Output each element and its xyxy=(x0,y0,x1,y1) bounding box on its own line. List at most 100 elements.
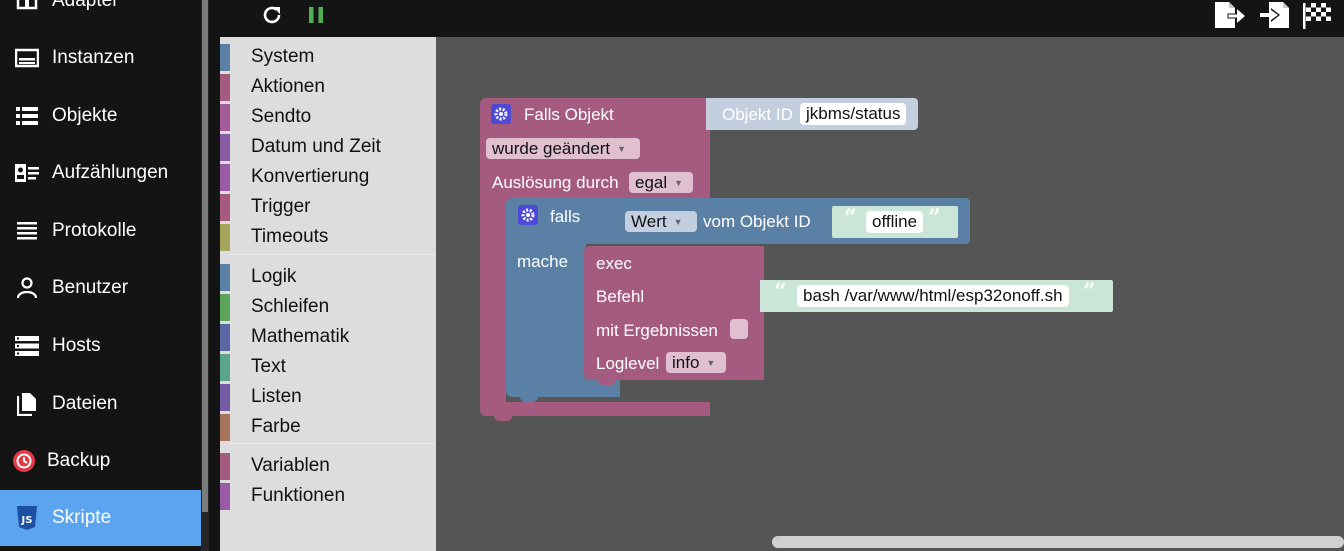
object-id-value: jkbms/status xyxy=(806,104,901,123)
condition-dropdown[interactable]: wurde geändert ▼ xyxy=(486,138,640,159)
nav-label: Dateien xyxy=(52,393,118,414)
nav-item-skripte[interactable]: JS Skripte xyxy=(0,490,201,546)
chevron-down-icon: ▼ xyxy=(617,143,627,154)
command-field[interactable]: bash /var/www/html/esp32onoff.sh xyxy=(797,285,1069,307)
category-swatch xyxy=(220,193,230,221)
nav-item-hosts[interactable]: Hosts xyxy=(0,318,201,374)
category-timeouts[interactable]: Timeouts xyxy=(220,223,436,251)
nav-label: Adapter xyxy=(52,0,119,11)
loglevel-value: info xyxy=(672,352,700,372)
nav-label: Backup xyxy=(47,450,111,471)
category-variablen[interactable]: Variablen xyxy=(220,452,436,480)
gear-icon[interactable] xyxy=(491,104,511,124)
chevron-down-icon: ▼ xyxy=(673,216,683,227)
category-farbe[interactable]: Farbe xyxy=(220,413,436,441)
nav-item-aufzaehlungen[interactable]: Aufzählungen xyxy=(0,145,201,201)
editor-toolbar xyxy=(220,0,1344,37)
command-value: bash /var/www/html/esp32onoff.sh xyxy=(803,286,1063,305)
nav-label: Protokolle xyxy=(52,220,137,241)
category-swatch xyxy=(220,293,230,321)
category-system[interactable]: System xyxy=(220,43,436,71)
nav-item-dateien[interactable]: Dateien xyxy=(0,376,201,432)
category-datum-und-zeit[interactable]: Datum und Zeit xyxy=(220,133,436,161)
category-swatch xyxy=(220,223,230,251)
value-type-value: Wert xyxy=(631,211,667,231)
compare-value: offline xyxy=(872,212,918,231)
category-separator xyxy=(230,443,436,444)
nav-item-instanzen[interactable]: Instanzen xyxy=(0,30,201,86)
category-swatch xyxy=(220,452,230,480)
command-label: Befehl xyxy=(596,287,645,306)
category-swatch xyxy=(220,73,230,101)
trigger-block-tab xyxy=(494,416,512,421)
objects-list-icon xyxy=(14,103,40,129)
category-label: Listen xyxy=(251,386,302,407)
category-konvertierung[interactable]: Konvertierung xyxy=(220,163,436,191)
blockly-toolbox: System Aktionen Sendto Datum und Zeit Ko… xyxy=(220,37,436,551)
workspace-horizontal-scrollbar[interactable] xyxy=(772,536,1344,548)
category-swatch xyxy=(220,383,230,411)
divider xyxy=(209,0,220,551)
category-separator xyxy=(230,254,436,255)
category-swatch xyxy=(220,323,230,351)
sidebar-scrollbar-thumb[interactable] xyxy=(202,0,208,512)
trigger-by-value: egal xyxy=(635,172,668,192)
category-listen[interactable]: Listen xyxy=(220,383,436,411)
category-label: Farbe xyxy=(251,416,301,437)
instances-icon xyxy=(14,45,40,71)
results-label: mit Ergebnissen xyxy=(596,321,718,340)
category-logik[interactable]: Logik xyxy=(220,263,436,291)
files-icon xyxy=(14,391,40,417)
js-icon: JS xyxy=(14,505,40,531)
value-type-dropdown[interactable]: Wert ▼ xyxy=(625,211,697,232)
adapter-icon xyxy=(14,0,40,14)
pause-icon[interactable] xyxy=(306,0,326,30)
category-label: Funktionen xyxy=(251,485,346,506)
nav-item-backup[interactable]: Backup xyxy=(0,433,201,489)
category-text[interactable]: Text xyxy=(220,353,436,381)
category-sendto[interactable]: Sendto xyxy=(220,103,436,131)
enums-icon xyxy=(14,160,40,186)
category-label: Timeouts xyxy=(251,226,329,247)
category-funktionen[interactable]: Funktionen xyxy=(220,482,436,510)
loglevel-dropdown[interactable]: info ▼ xyxy=(666,352,726,373)
category-trigger[interactable]: Trigger xyxy=(220,193,436,221)
category-label: Konvertierung xyxy=(251,166,370,187)
backup-icon xyxy=(11,448,37,474)
category-label: Datum und Zeit xyxy=(251,136,381,157)
if-block-tab xyxy=(520,397,538,402)
category-label: Aktionen xyxy=(251,76,325,97)
trigger-by-label: Auslösung durch xyxy=(492,173,619,192)
nav-item-adapter[interactable]: Adapter xyxy=(0,0,201,29)
category-schleifen[interactable]: Schleifen xyxy=(220,293,436,321)
results-checkbox[interactable] xyxy=(730,319,748,339)
category-swatch xyxy=(220,103,230,131)
category-label: Trigger xyxy=(251,196,311,217)
trigger-by-dropdown[interactable]: egal ▼ xyxy=(629,172,693,193)
nav-label: Aufzählungen xyxy=(52,162,169,183)
condition-value: wurde geändert xyxy=(492,138,611,158)
category-label: Mathematik xyxy=(251,326,350,347)
reload-icon[interactable] xyxy=(260,0,284,30)
gear-icon[interactable] xyxy=(518,205,538,225)
import-icon[interactable] xyxy=(1258,0,1292,30)
category-aktionen[interactable]: Aktionen xyxy=(220,73,436,101)
nav-label: Skripte xyxy=(52,507,112,528)
nav-item-benutzer[interactable]: Benutzer xyxy=(0,260,201,316)
trigger-block-arm xyxy=(480,202,506,402)
text-field[interactable]: offline xyxy=(866,211,924,233)
exec-block-tab xyxy=(598,380,616,385)
nav-label: Objekte xyxy=(52,105,118,126)
checkered-flag-icon[interactable] xyxy=(1300,0,1334,30)
nav-item-objekte[interactable]: Objekte xyxy=(0,88,201,144)
category-swatch xyxy=(220,482,230,510)
object-id-field[interactable]: jkbms/status xyxy=(800,103,907,125)
export-icon[interactable] xyxy=(1213,0,1247,30)
blockly-workspace[interactable]: Falls Objekt wurde geändert ▼ Auslösung d… xyxy=(436,37,1344,551)
user-icon xyxy=(14,275,40,301)
nav-label: Instanzen xyxy=(52,47,135,68)
category-mathematik[interactable]: Mathematik xyxy=(220,323,436,351)
quote-open-icon: “ xyxy=(844,205,857,231)
svg-text:JS: JS xyxy=(21,515,33,526)
nav-item-protokolle[interactable]: Protokolle xyxy=(0,203,201,259)
